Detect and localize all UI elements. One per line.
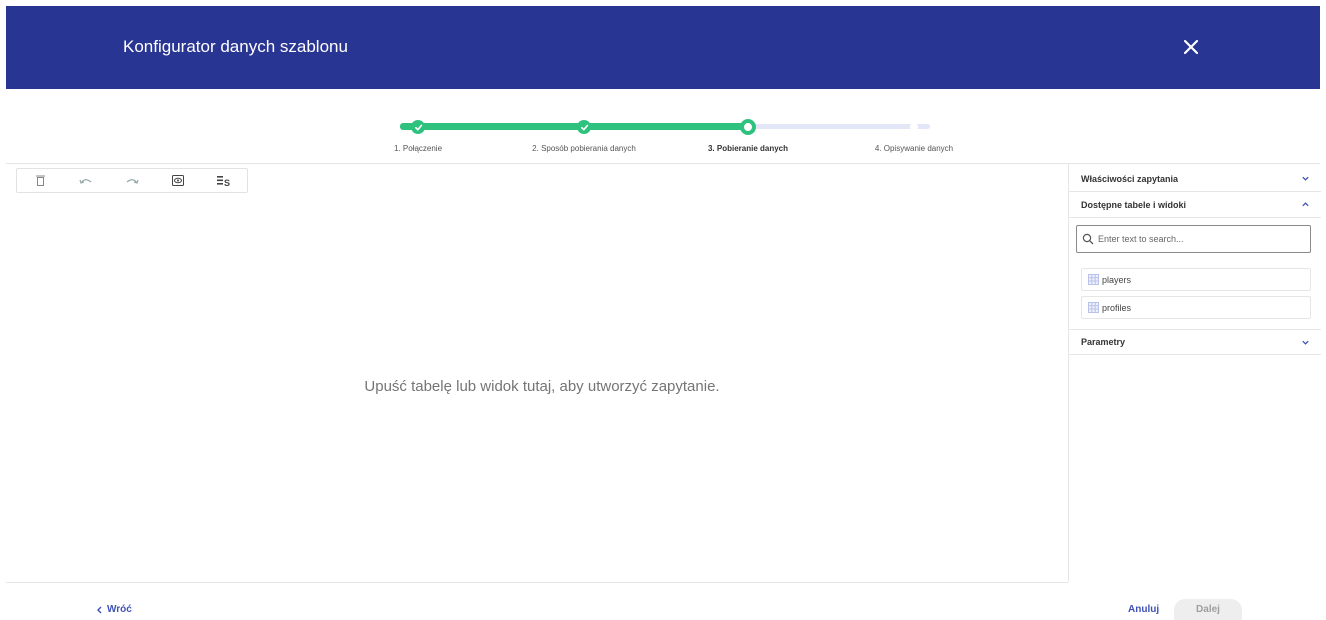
table-name: profiles	[1102, 302, 1132, 313]
check-icon	[580, 124, 588, 130]
sql-icon: S	[217, 175, 230, 187]
step-label-1: 1. Połączenie	[393, 144, 443, 153]
step-2-done-marker	[577, 120, 591, 134]
dialog-title: Konfigurator danych szablonu	[123, 37, 348, 56]
chevron-down-icon	[1302, 340, 1309, 345]
query-side-panel: Właściwości zapytania Dostępne tabele i …	[1068, 164, 1326, 582]
section-title: Parametry	[1081, 337, 1126, 347]
trash-icon	[35, 175, 45, 186]
footer-divider	[6, 582, 1068, 583]
redo-button[interactable]	[109, 169, 155, 192]
section-title: Właściwości zapytania	[1081, 173, 1179, 184]
table-icon	[1088, 274, 1099, 285]
table-search-input[interactable]	[1098, 234, 1308, 244]
table-search-box	[1076, 225, 1311, 253]
stepper-progress	[400, 123, 750, 130]
chevron-down-icon	[1302, 176, 1309, 181]
next-button[interactable]: Dalej	[1174, 599, 1242, 620]
preview-button[interactable]	[155, 169, 201, 192]
step-label-2: 2. Sposób pobierania danych	[532, 144, 636, 153]
step-label-3: 3. Pobieranie danych	[707, 144, 789, 153]
check-icon	[414, 124, 422, 130]
section-available-tables[interactable]: Dostępne tabele i widoki	[1069, 192, 1321, 218]
step-label-4: 4. Opisywanie danych	[874, 144, 954, 153]
table-item-players[interactable]: players	[1081, 268, 1311, 291]
delete-button[interactable]	[17, 169, 63, 192]
close-button[interactable]	[1182, 38, 1200, 56]
wizard-stepper: 1. Połączenie 2. Sposób pobierania danyc…	[370, 112, 970, 157]
drop-zone-message: Upuść tabelę lub widok tutaj, aby utworz…	[364, 378, 720, 395]
section-parameters[interactable]: Parametry	[1069, 329, 1321, 355]
undo-button[interactable]	[63, 169, 109, 192]
sql-button[interactable]: S	[201, 169, 247, 192]
chevron-left-icon	[97, 606, 102, 613]
section-query-properties[interactable]: Właściwości zapytania	[1069, 166, 1321, 192]
undo-icon	[79, 178, 92, 184]
dialog-header: Konfigurator danych szablonu	[6, 6, 1320, 89]
query-toolbar: S	[16, 168, 248, 193]
back-label: Wróć	[107, 604, 132, 615]
cancel-button[interactable]: Anuluj	[1128, 604, 1159, 615]
search-icon	[1082, 233, 1094, 245]
step-4-future-marker	[910, 123, 918, 131]
redo-icon	[126, 178, 139, 184]
step-1-done-marker	[411, 120, 425, 134]
back-button[interactable]: Wróć	[96, 604, 132, 615]
table-name: players	[1102, 274, 1132, 285]
table-item-profiles[interactable]: profiles	[1081, 296, 1311, 319]
close-icon	[1183, 39, 1199, 55]
svg-text:S: S	[224, 178, 230, 187]
section-title: Dostępne tabele i widoki	[1081, 199, 1187, 210]
chevron-up-icon	[1302, 202, 1309, 207]
table-icon	[1088, 302, 1099, 313]
preview-icon	[172, 175, 184, 186]
step-3-current-marker	[740, 119, 756, 135]
